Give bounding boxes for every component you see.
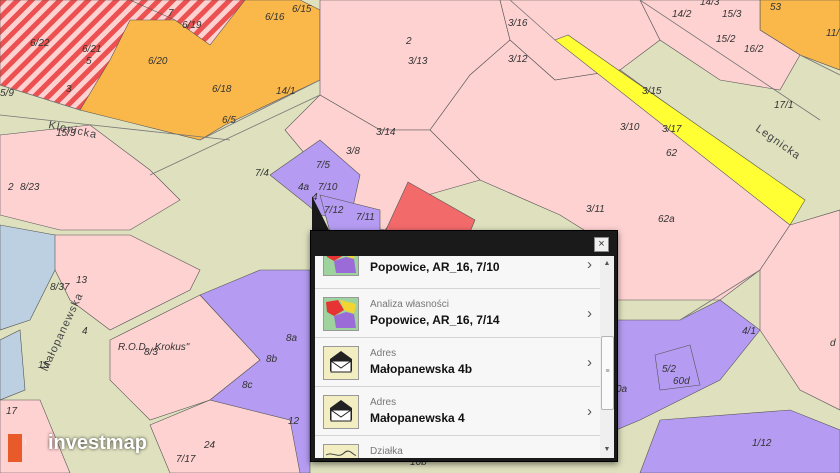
close-button[interactable]: × <box>594 237 609 252</box>
ownership-analysis-icon <box>323 256 359 276</box>
svg-text:1/12: 1/12 <box>752 438 772 449</box>
svg-text:15/2: 15/2 <box>716 34 736 45</box>
svg-text:2: 2 <box>7 182 14 193</box>
parcel-public[interactable] <box>639 409 840 473</box>
result-name: Popowice, AR_16, 7/10 <box>370 260 500 274</box>
svg-text:7/17: 7/17 <box>176 454 196 465</box>
svg-text:7/11: 7/11 <box>356 212 375 223</box>
svg-text:53: 53 <box>770 2 782 13</box>
svg-text:13: 13 <box>76 275 88 286</box>
svg-text:6/16: 6/16 <box>265 12 285 23</box>
result-list: Popowice, AR_16, 7/10 › Analiza własnośc… <box>315 256 608 458</box>
svg-text:3/17: 3/17 <box>662 124 682 135</box>
address-envelope-icon <box>323 346 359 380</box>
svg-text:4a: 4a <box>298 182 310 193</box>
svg-text:17: 17 <box>6 406 18 417</box>
scrollbar-thumb[interactable]: ≡ <box>601 336 614 410</box>
result-category: Działka <box>370 446 403 457</box>
svg-text:24: 24 <box>203 440 216 451</box>
svg-text:5: 5 <box>86 56 92 67</box>
svg-text:3/13: 3/13 <box>408 56 428 67</box>
svg-text:6/5: 6/5 <box>222 115 236 126</box>
svg-text:60d: 60d <box>673 376 690 387</box>
svg-text:16/2: 16/2 <box>744 44 764 55</box>
svg-text:3/8: 3/8 <box>346 146 360 157</box>
investmap-logo-icon <box>8 434 26 462</box>
list-item[interactable]: Analiza własności Popowice, AR_16, 7/14 … <box>315 289 608 338</box>
svg-text:15: 15 <box>38 360 50 371</box>
svg-text:6/20: 6/20 <box>148 56 168 67</box>
svg-text:6/21: 6/21 <box>82 44 101 55</box>
svg-text:4/1: 4/1 <box>742 326 756 337</box>
chevron-right-icon: › <box>587 354 592 371</box>
svg-text:14/1: 14/1 <box>276 86 295 97</box>
result-name: Popowice, AR_16, 7/14 <box>370 313 500 327</box>
list-item[interactable]: Adres Małopanewska 4 › <box>315 387 608 436</box>
svg-text:15/3: 15/3 <box>722 9 742 20</box>
svg-text:14/3: 14/3 <box>700 0 720 8</box>
chevron-right-icon: › <box>587 256 592 273</box>
brand-name: investmap <box>48 432 147 454</box>
result-name: Małopanewska 4b <box>370 362 473 376</box>
svg-text:3/10: 3/10 <box>620 122 640 133</box>
svg-text:7/12: 7/12 <box>324 205 344 216</box>
list-item[interactable]: Adres Małopanewska 4b › <box>315 338 608 387</box>
svg-text:12: 12 <box>288 416 300 427</box>
address-envelope-icon <box>323 395 359 429</box>
scrollbar[interactable]: ▲ ≡ ▼ <box>600 256 614 458</box>
svg-text:15/3: 15/3 <box>56 128 76 139</box>
svg-text:8c: 8c <box>242 380 253 391</box>
svg-text:62: 62 <box>666 148 678 159</box>
parcel-icon <box>323 444 359 458</box>
svg-text:4: 4 <box>82 326 88 337</box>
svg-text:6/15: 6/15 <box>292 4 312 15</box>
svg-text:d: d <box>830 338 836 349</box>
svg-text:3/14: 3/14 <box>376 127 396 138</box>
svg-text:6/18: 6/18 <box>212 84 232 95</box>
svg-text:11/: 11/ <box>826 28 840 39</box>
ownership-analysis-icon <box>323 297 359 331</box>
result-category: Adres <box>370 397 397 408</box>
svg-text:8b: 8b <box>266 354 278 365</box>
svg-text:7/10: 7/10 <box>318 182 338 193</box>
list-item[interactable]: Działka <box>315 436 608 458</box>
svg-text:5/2: 5/2 <box>662 364 676 375</box>
scroll-up-icon[interactable]: ▲ <box>600 258 614 270</box>
svg-text:2: 2 <box>405 36 412 47</box>
svg-text:3: 3 <box>66 84 72 95</box>
feature-info-popup: × Popowice, AR_16, 7/10 › Analiza własno… <box>310 230 618 462</box>
svg-text:3/12: 3/12 <box>508 54 528 65</box>
svg-text:3/11: 3/11 <box>586 204 605 215</box>
result-name: Małopanewska 4 <box>370 411 465 425</box>
scroll-down-icon[interactable]: ▼ <box>600 444 614 456</box>
result-category: Adres <box>370 348 397 359</box>
list-item[interactable]: Popowice, AR_16, 7/10 › <box>315 256 608 289</box>
svg-text:17/1: 17/1 <box>774 100 793 111</box>
svg-text:7/5: 7/5 <box>316 160 330 171</box>
svg-text:8/3: 8/3 <box>144 347 158 358</box>
svg-text:8/23: 8/23 <box>20 182 40 193</box>
svg-text:62a: 62a <box>658 214 675 225</box>
svg-text:3/16: 3/16 <box>508 18 528 29</box>
svg-text:8a: 8a <box>286 333 298 344</box>
chevron-right-icon: › <box>587 305 592 322</box>
svg-text:8/37: 8/37 <box>50 282 70 293</box>
result-category: Analiza własności <box>370 299 449 310</box>
svg-text:6/22: 6/22 <box>30 38 50 49</box>
chevron-right-icon: › <box>587 403 592 420</box>
svg-text:14/2: 14/2 <box>672 9 692 20</box>
svg-text:7/4: 7/4 <box>255 168 269 179</box>
svg-text:7: 7 <box>168 8 174 19</box>
svg-text:5/9: 5/9 <box>0 88 14 99</box>
svg-text:3/15: 3/15 <box>642 86 662 97</box>
svg-text:6/19: 6/19 <box>182 20 202 31</box>
